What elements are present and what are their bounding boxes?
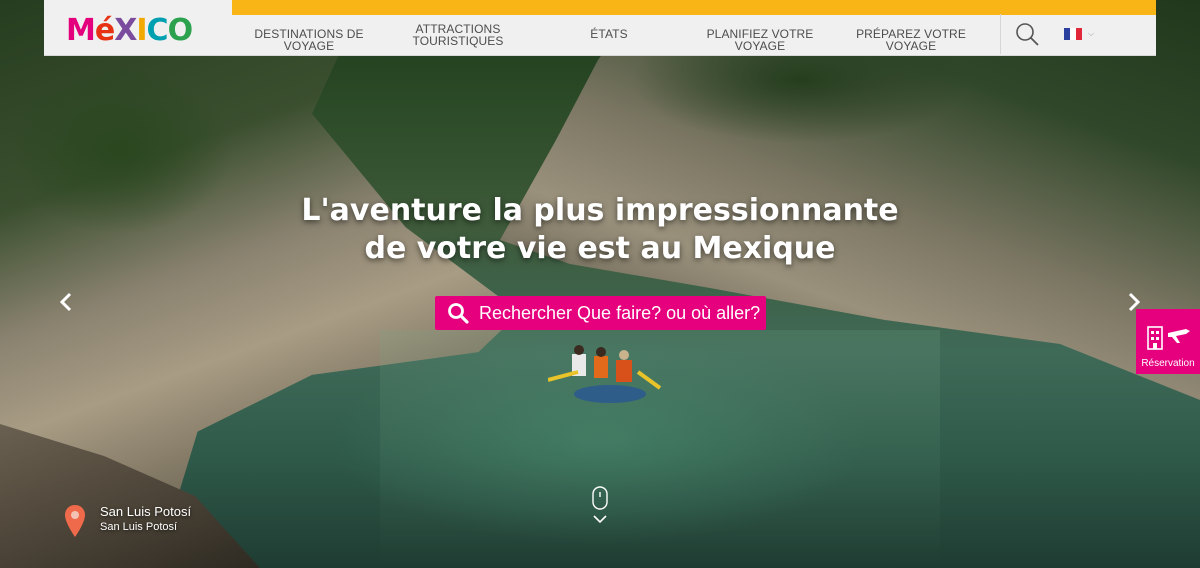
- hero-search-button[interactable]: Rechercher Que faire? ou où aller?: [435, 296, 766, 330]
- location-subtitle: San Luis Potosí: [100, 521, 178, 533]
- nav-prepare-trip[interactable]: PRÉPAREZ VOTRE VOYAGE: [838, 28, 984, 52]
- logo-letter: X: [114, 13, 137, 48]
- nav-attractions-line2: TOURISTIQUES: [412, 34, 504, 48]
- logo-letter: I: [136, 13, 147, 48]
- logo-letter: M: [66, 13, 96, 48]
- logo-letter: é: [94, 13, 115, 48]
- language-selector[interactable]: ⌵: [1064, 28, 1094, 40]
- location-caption: San Luis Potosí San Luis Potosí: [64, 504, 191, 538]
- canoe-image: [548, 345, 662, 403]
- france-flag-icon: [1064, 28, 1082, 40]
- search-icon: [448, 303, 469, 324]
- hotel-plane-icon: [1147, 326, 1190, 350]
- reservation-button[interactable]: Réservation: [1136, 309, 1200, 374]
- hero-background: [0, 0, 1200, 568]
- hero-headline: L'aventure la plus impressionnante de vo…: [300, 192, 900, 268]
- hero-search-label: Rechercher Que faire? ou où aller?: [479, 302, 761, 323]
- logo-letter: C: [146, 13, 169, 48]
- location-title: San Luis Potosí: [100, 504, 192, 519]
- search-icon[interactable]: [1014, 21, 1040, 47]
- nav-plan-trip[interactable]: PLANIFIEZ VOTRE VOYAGE: [686, 28, 834, 52]
- nav-divider: [1000, 14, 1001, 54]
- nav-states[interactable]: ÉTATS: [579, 28, 639, 40]
- reservation-label: Réservation: [1141, 358, 1195, 369]
- scroll-down-mouse-icon[interactable]: [589, 486, 611, 526]
- nav-attractions[interactable]: ATTRACTIONS TOURISTIQUES: [408, 23, 508, 47]
- chevron-down-icon: ⌵: [1088, 29, 1095, 38]
- logo-letter: O: [167, 13, 193, 48]
- map-pin-icon: [65, 505, 85, 537]
- nav-destinations[interactable]: DESTINATIONS DE VOYAGE: [234, 28, 384, 52]
- headline-line1: L'aventure la plus impressionnante: [301, 193, 899, 228]
- nav-accent-bar: [232, 0, 1156, 15]
- top-navigation: MéXICO DESTINATIONS DE VOYAGE ATTRACTION…: [44, 0, 1156, 56]
- mexico-logo[interactable]: MéXICO: [66, 13, 193, 48]
- previous-slide-arrow-icon[interactable]: [58, 288, 74, 316]
- headline-line2: de votre vie est au Mexique: [364, 231, 836, 266]
